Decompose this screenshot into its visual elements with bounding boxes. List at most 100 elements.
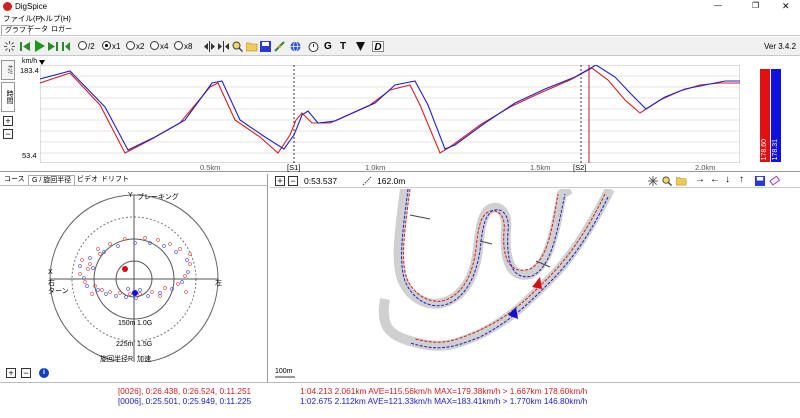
window-title: DigSpice [15,2,48,11]
burst-icon[interactable] [4,41,15,52]
tab-data[interactable]: データ [24,25,51,35]
status-blue-laps: [0006], 0:25.501, 0:25.949, 0:11.225 [118,396,252,406]
speed-radio-x8[interactable] [174,41,183,50]
compress-h-icon[interactable] [218,41,229,52]
zoom-in-icon[interactable]: + [3,116,13,126]
speed-label-x1: x1 [112,42,121,51]
label-y: Y [128,192,133,199]
title-bar: DigSpice — ❐ ✕ [0,0,800,13]
close-button[interactable]: ✕ [782,0,790,12]
d-letter-icon[interactable]: D [372,41,384,53]
speed-radio-half[interactable] [78,41,87,50]
skip-end-icon[interactable] [62,41,70,52]
side-tab-distance[interactable]: ｷｮﾘ [1,60,15,80]
g-letter-icon[interactable]: G [324,41,332,52]
play-icon[interactable] [34,40,45,52]
blue-bar-value: 178.31 [772,138,779,160]
unit-label: km/h [22,58,38,65]
step-forward-icon[interactable] [48,41,59,52]
toolbar: /2 x1 x2 x4 x8 G T D Ver 3.4.2 [0,37,800,56]
red-car-marker [532,277,542,289]
sector-line-1 [409,214,431,220]
app-icon [3,2,12,11]
info-icon[interactable]: i [39,368,49,378]
g-zoom-out-icon[interactable]: − [21,368,31,378]
arrow-up-icon[interactable]: ↑ [739,174,744,185]
link-icon[interactable] [274,41,285,52]
map-distance: 162.0m [377,176,406,186]
map-save-icon[interactable] [755,176,765,186]
status-red-laps: [0026], 0:26.438, 0:26.524, 0:11.251 [118,386,252,396]
eraser-icon[interactable] [769,176,780,186]
label-150m: 150m [118,320,136,327]
measure-icon[interactable] [362,176,372,186]
zoom-out-icon[interactable]: − [3,129,13,139]
label-1-0g: 1.0G [137,320,153,327]
skip-start-icon[interactable] [20,41,31,52]
speed-radio-x2[interactable] [126,41,135,50]
red-speed-trace [40,67,740,154]
label-left: 左 [215,280,222,287]
tab-drift[interactable]: ドリフト [98,175,132,185]
y-max-label: 183.4 [20,66,39,75]
label-radius-r: 旋回半径R [100,356,134,363]
speed-radio-x1[interactable] [102,41,111,50]
label-x: X [48,269,53,276]
speed-plot[interactable] [40,65,740,163]
menu-file[interactable]: ファイル(F) [3,14,43,24]
speed-radio-x4[interactable] [150,41,159,50]
speed-label-x8: x8 [184,42,193,51]
red-speed-bar: 178.60 [760,69,770,162]
map-burst-icon[interactable] [648,176,658,186]
globe-icon[interactable] [290,41,301,52]
save-icon[interactable] [260,41,271,52]
main-tab-bar: グラフ データ ロガー [0,24,800,36]
red-bar-value: 178.60 [761,138,768,160]
tab-g-radius[interactable]: G / 旋回半径 [28,175,76,185]
t-letter-icon[interactable]: T [340,41,346,52]
menu-help[interactable]: ヘルプ(H) [38,14,71,24]
arrow-left-icon[interactable]: ← [710,174,720,185]
search-icon[interactable] [232,41,243,52]
g-panel-tabs: コース G / 旋回半径 ビデオ ドリフト [0,174,268,186]
g-zoom-in-icon[interactable]: + [6,368,16,378]
stopwatch-icon[interactable] [308,41,319,52]
g-circle-plot [49,194,219,362]
arrow-right-icon[interactable]: → [695,174,705,185]
sector-2-label: [S2] [573,163,587,172]
blue-speed-trace [40,65,740,151]
minimize-button[interactable]: — [714,0,722,12]
map-time: 0:53.537 [304,176,338,186]
version-label: Ver 3.4.2 [764,42,797,51]
g-panel: コース G / 旋回半径 ビデオ ドリフト Y ブレーキング X 右 ターン 左… [0,174,268,382]
label-1-5g: 1.5G [137,341,153,348]
y-min-label: 53.4 [22,151,37,160]
maximize-button[interactable]: ❐ [752,0,759,12]
tab-video[interactable]: ビデオ [74,175,101,185]
tab-course[interactable]: コース [1,175,28,185]
map-search-icon[interactable] [662,176,672,186]
x-tick-15: 1.5km [530,163,551,172]
filter-icon[interactable] [356,42,365,51]
status-blue-summary: 1:02.675 2.112km AVE=121.33km/h MAX=183.… [300,396,588,406]
tab-logger[interactable]: ロガー [48,25,75,35]
speed-label-x2: x2 [136,42,145,51]
label-accel: 加速 [137,356,151,363]
x-tick-20: 2.0km [695,163,716,172]
map-folder-icon[interactable] [676,176,687,186]
side-tab-time[interactable]: 時間 [1,82,15,112]
x-tick-10: 1.0km [365,163,386,172]
map-zoom-out-icon[interactable]: − [288,176,298,186]
track-map[interactable] [270,189,800,382]
map-scale-label: 100m [275,368,293,375]
sector-1-label: [S1] [287,163,301,172]
status-area: [0026], 0:26.438, 0:26.524, 0:11.251 1:0… [0,382,800,418]
folder-open-icon[interactable] [246,41,258,52]
expand-h-icon[interactable] [204,41,215,52]
red-g-marker [122,266,128,272]
speed-label-half: /2 [88,42,95,51]
blue-g-marker [132,290,138,296]
label-225m: 225m [116,341,134,348]
map-zoom-in-icon[interactable]: + [275,176,285,186]
arrow-down-icon[interactable]: ↓ [725,174,730,185]
